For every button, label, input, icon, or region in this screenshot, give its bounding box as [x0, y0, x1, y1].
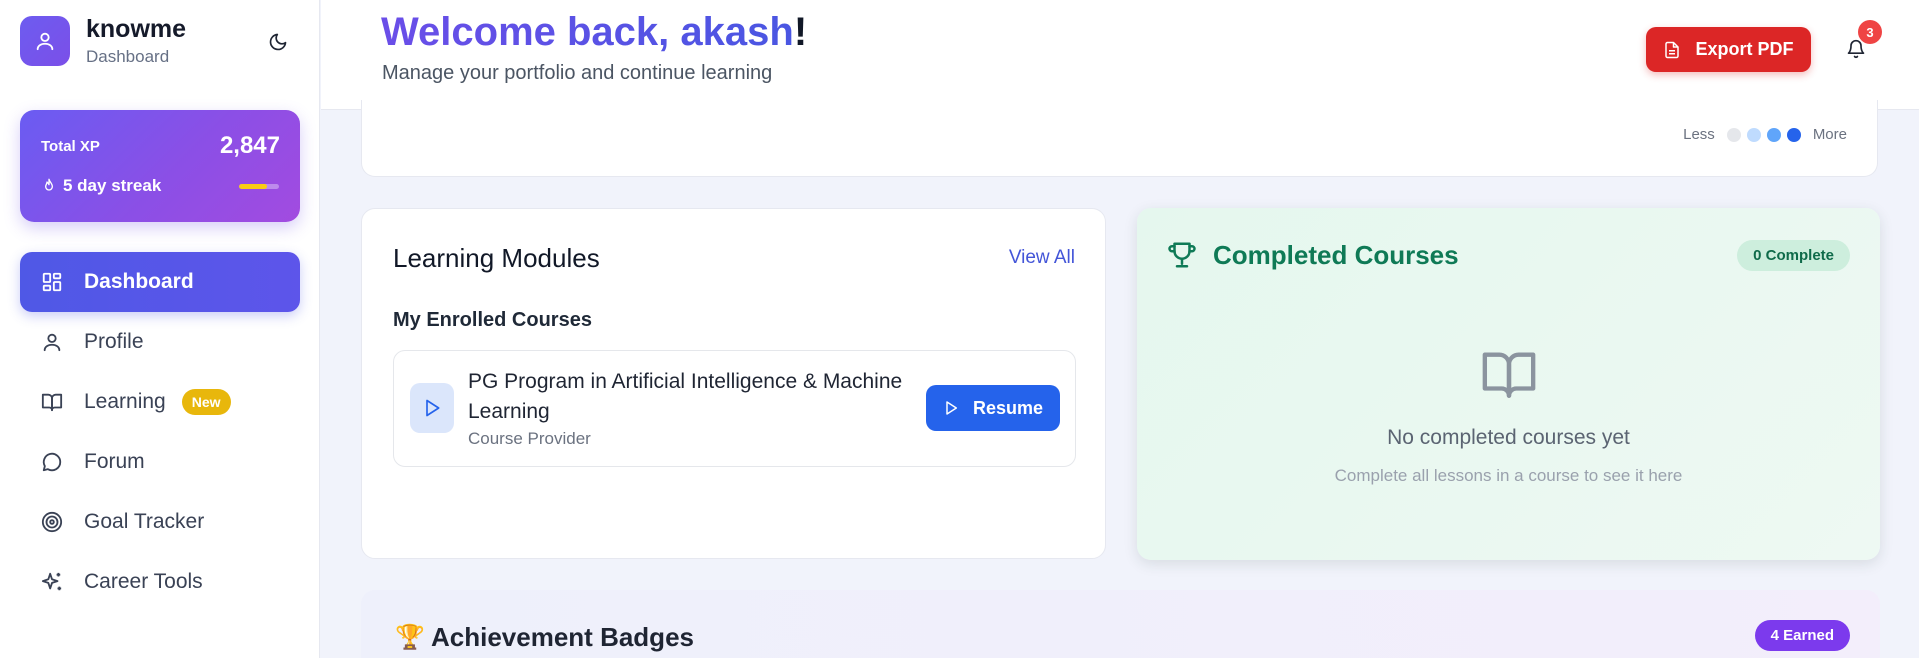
sidebar-item-learning[interactable]: Learning New — [20, 372, 300, 432]
brand-logo — [20, 16, 70, 66]
streak-progress-fill — [239, 184, 267, 189]
play-icon — [946, 401, 958, 415]
sidebar-item-label: Forum — [84, 450, 145, 473]
earned-count-badge: 4 Earned — [1754, 620, 1850, 651]
empty-state-subtitle: Complete all lessons in a course to see … — [1334, 466, 1683, 485]
sidebar-item-label: Profile — [84, 330, 144, 353]
brand-subtitle: Dashboard — [86, 47, 170, 66]
view-all-link[interactable]: View All — [1009, 247, 1075, 269]
course-title: PG Program in Artificial Intelligence & … — [468, 370, 903, 423]
legend-more-label: More — [1812, 126, 1847, 143]
file-icon — [1665, 41, 1680, 58]
chat-icon — [40, 450, 64, 474]
user-icon — [40, 330, 64, 354]
sidebar-nav: Dashboard Profile Learning New Forum Goa… — [20, 252, 300, 612]
theme-toggle[interactable] — [264, 28, 292, 56]
target-icon — [40, 510, 64, 534]
trophy-icon — [1168, 242, 1196, 268]
welcome-punctuation: ! — [793, 10, 808, 54]
complete-count-badge: 0 Complete — [1737, 240, 1850, 271]
page-title: Welcome back, akash! — [381, 8, 807, 56]
brand-name: knowme — [86, 15, 187, 43]
notification-count-badge: 3 — [1858, 20, 1882, 44]
xp-value: 2,847 — [219, 132, 280, 159]
legend-level-1 — [1746, 127, 1761, 142]
open-book-icon — [1482, 352, 1536, 398]
resume-button[interactable]: Resume — [926, 385, 1060, 431]
page-subtitle: Manage your portfolio and continue learn… — [382, 62, 773, 84]
sidebar-item-goal-tracker[interactable]: Goal Tracker — [20, 492, 300, 552]
export-pdf-button[interactable]: Export PDF — [1646, 27, 1811, 72]
learning-modules-title: Learning Modules — [393, 243, 600, 273]
empty-state-title: No completed courses yet — [1387, 426, 1630, 449]
new-badge: New — [181, 389, 231, 415]
completed-courses-card: Completed Courses 0 Complete No complete… — [1137, 208, 1880, 560]
learning-modules-card: Learning Modules View All My Enrolled Co… — [361, 208, 1106, 559]
flame-icon — [45, 178, 53, 191]
xp-card: Total XP 2,847 5 day streak — [20, 110, 300, 222]
achievement-badges-title: Achievement Badges — [431, 622, 694, 652]
sparkles-icon — [40, 570, 64, 594]
legend-level-3 — [1786, 127, 1801, 142]
sidebar-item-forum[interactable]: Forum — [20, 432, 300, 492]
course-provider: Course Provider — [468, 429, 591, 448]
trophy-icon: 🏆 — [395, 624, 425, 651]
top-header: Welcome back, akash! Manage your portfol… — [321, 0, 1919, 110]
achievement-badges-card: 🏆 Achievement Badges 4 Earned — [361, 590, 1880, 658]
sidebar: knowme Dashboard Total XP 2,847 5 day st… — [0, 0, 320, 658]
resume-label: Resume — [972, 397, 1044, 418]
sidebar-item-profile[interactable]: Profile — [20, 312, 300, 372]
xp-label: Total XP — [41, 138, 100, 155]
sidebar-item-dashboard[interactable]: Dashboard — [20, 252, 300, 312]
streak-progress-bar — [239, 184, 279, 189]
heatmap-legend: Less More — [1683, 126, 1847, 143]
sidebar-item-career-tools[interactable]: Career Tools — [20, 552, 300, 612]
brand[interactable]: knowme Dashboard — [20, 14, 186, 68]
enrolled-courses-heading: My Enrolled Courses — [393, 309, 592, 331]
welcome-greeting: Welcome back, akash — [381, 10, 794, 54]
play-icon — [410, 383, 454, 433]
sidebar-item-label: Dashboard — [84, 270, 194, 293]
sidebar-item-label: Career Tools — [84, 570, 203, 593]
sidebar-item-label: Learning — [84, 390, 166, 413]
activity-heatmap-card: Less More — [361, 100, 1878, 177]
completed-courses-title: Completed Courses — [1213, 240, 1459, 270]
streak: 5 day streak — [41, 176, 161, 196]
legend-less-label: Less — [1683, 126, 1715, 143]
user-icon — [36, 32, 54, 51]
book-icon — [40, 390, 64, 414]
legend-level-0 — [1726, 127, 1741, 142]
moon-icon — [269, 33, 287, 51]
export-pdf-label: Export PDF — [1695, 39, 1794, 59]
sidebar-item-label: Goal Tracker — [84, 510, 205, 533]
streak-label: 5 day streak — [63, 176, 162, 195]
course-item[interactable]: PG Program in Artificial Intelligence & … — [393, 350, 1076, 467]
legend-level-2 — [1766, 127, 1781, 142]
grid-icon — [40, 270, 64, 294]
